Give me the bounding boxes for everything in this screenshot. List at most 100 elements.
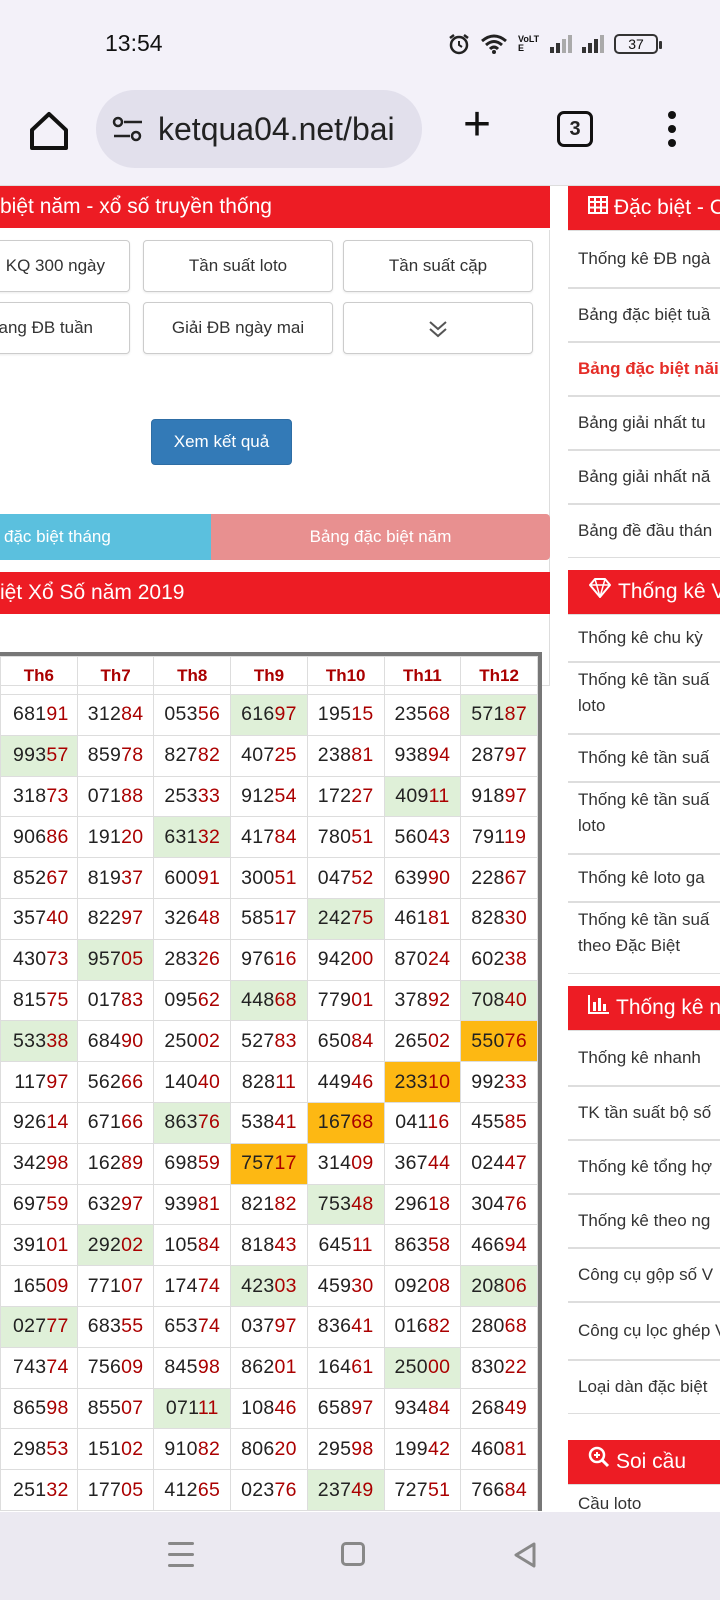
kq-300-button[interactable]: KQ 300 ngày bbox=[0, 240, 130, 292]
url-bar[interactable]: ketqua04.net/bai bbox=[96, 90, 422, 168]
result-cell: 81575 bbox=[0, 979, 78, 1022]
table-row: 92614 67166 86376 53841 16768 04116 45585 bbox=[0, 1101, 538, 1144]
number-tail: 44 bbox=[427, 1152, 451, 1175]
number-head: 024 bbox=[471, 1152, 505, 1175]
result-cell: 63297 bbox=[76, 1183, 155, 1226]
result-cell: 55076 bbox=[460, 1020, 538, 1063]
back-icon[interactable] bbox=[510, 1540, 540, 1570]
result-cell: 36744 bbox=[383, 1142, 462, 1185]
result-cell: 93484 bbox=[383, 1387, 462, 1430]
sidebar-link[interactable]: Thống kê tần suấ loto bbox=[568, 662, 720, 734]
giai-db-ngay-mai-button[interactable]: Giải ĐB ngày mai bbox=[143, 302, 333, 354]
sidebar-link[interactable]: Thống kê ĐB ngà bbox=[568, 230, 720, 288]
number-head: 819 bbox=[87, 866, 122, 889]
table-row: 34298 16289 69859 75717 31409 36744 02447 bbox=[0, 1142, 538, 1185]
number-head: 318 bbox=[12, 784, 47, 807]
sidebar-link[interactable]: Công cụ gộp số V bbox=[568, 1248, 720, 1302]
status-icons: VoLTE 37 bbox=[448, 33, 662, 55]
sidebar-link[interactable]: Thống kê tần suấ loto bbox=[568, 782, 720, 854]
number-head: 870 bbox=[394, 948, 428, 971]
number-head: 863 bbox=[394, 1233, 428, 1256]
result-cell: 44868 bbox=[230, 979, 308, 1022]
sidebar-link[interactable]: Bảng giải nhất nă bbox=[568, 450, 720, 504]
table-row: 99357 85978 82782 40725 23881 93894 28797 bbox=[0, 734, 538, 777]
tab-special-month[interactable]: đặc biệt tháng bbox=[0, 514, 211, 560]
sidebar-link[interactable]: Bảng đặc biệt tuầ bbox=[568, 288, 720, 342]
home-icon[interactable] bbox=[26, 108, 72, 154]
number-tail: 02 bbox=[121, 1437, 144, 1460]
number-head: 250 bbox=[164, 1029, 198, 1052]
number-head: 976 bbox=[241, 948, 275, 971]
number-tail: 52 bbox=[351, 866, 374, 889]
result-cell: 07188 bbox=[76, 775, 155, 818]
sidebar-link[interactable]: Bảng đề đầu thán bbox=[568, 504, 720, 558]
number-head: 287 bbox=[471, 744, 505, 767]
nav-home-icon[interactable] bbox=[341, 1542, 365, 1566]
number-head: 448 bbox=[241, 988, 275, 1011]
number-tail: 81 bbox=[197, 1192, 221, 1215]
sidebar-link[interactable]: Bảng giải nhất tu bbox=[568, 396, 720, 450]
site-settings-icon[interactable] bbox=[112, 114, 144, 144]
number-head: 616 bbox=[241, 703, 275, 726]
sidebar-link[interactable]: Công cụ lọc ghép VIP bbox=[568, 1302, 720, 1360]
view-results-button[interactable]: Xem kết quả bbox=[151, 419, 292, 465]
sidebar-link[interactable]: Cầu loto bbox=[568, 1484, 720, 1512]
new-tab-icon[interactable]: + bbox=[458, 101, 496, 149]
result-cell: 53338 bbox=[0, 1020, 78, 1063]
number-tail: 90 bbox=[121, 1029, 144, 1052]
result-cell: 34298 bbox=[0, 1142, 78, 1185]
result-cell: 42303 bbox=[230, 1265, 308, 1307]
tab-switcher-button[interactable]: 3 bbox=[557, 111, 593, 147]
number-head: 910 bbox=[164, 1437, 198, 1460]
number-head: 912 bbox=[241, 784, 275, 807]
number-head: 016 bbox=[394, 1315, 428, 1338]
tan-suat-cap-button[interactable]: Tần suất cặp bbox=[343, 240, 533, 292]
sidebar-link[interactable]: Thống kê theo ng bbox=[568, 1194, 720, 1248]
number-head: 164 bbox=[317, 1356, 352, 1379]
result-cell: 05356 bbox=[153, 694, 232, 736]
tab-special-year[interactable]: Bảng đặc biệt năm bbox=[211, 514, 550, 560]
bang-db-tuan-button[interactable]: ang ĐB tuần bbox=[0, 302, 130, 354]
number-head: 828 bbox=[471, 907, 505, 930]
result-cell: 99233 bbox=[460, 1061, 538, 1103]
number-head: 092 bbox=[394, 1274, 428, 1297]
sidebar-link[interactable]: Thống kê tần suấ bbox=[568, 734, 720, 782]
number-head: 117 bbox=[14, 1070, 47, 1093]
sidebar-link[interactable]: TK tần suất bộ số bbox=[568, 1086, 720, 1140]
expand-more-button[interactable] bbox=[343, 302, 533, 354]
sidebar-link[interactable]: Loại dàn đặc biệt bbox=[568, 1360, 720, 1414]
result-cell: 53841 bbox=[230, 1101, 308, 1144]
sidebar-link[interactable]: Thống kê tần suấ theo Đặc Biệt bbox=[568, 902, 720, 974]
number-head: 378 bbox=[394, 988, 428, 1011]
number-tail: 47 bbox=[504, 1152, 527, 1175]
result-cell: 40911 bbox=[383, 775, 462, 818]
number-tail: 22 bbox=[504, 1356, 527, 1379]
number-tail: 88 bbox=[121, 784, 144, 807]
number-tail: 76 bbox=[274, 1478, 297, 1501]
number-head: 023 bbox=[241, 1478, 275, 1501]
sidebar-link[interactable]: Thống kê chu kỳ bbox=[568, 614, 720, 662]
status-time: 13:54 bbox=[105, 30, 163, 56]
tan-suat-loto-button[interactable]: Tần suất loto bbox=[143, 240, 333, 292]
table-icon bbox=[588, 186, 608, 230]
sidebar-link[interactable]: Bảng đặc biệt năi bbox=[568, 342, 720, 396]
number-tail: 68 bbox=[351, 1111, 374, 1134]
recent-apps-icon[interactable] bbox=[168, 1542, 194, 1568]
sidebar-link[interactable]: Thống kê tổng hợ bbox=[568, 1140, 720, 1194]
sidebar-link[interactable]: Thống kê loto ga bbox=[568, 854, 720, 902]
result-cell: 23310 bbox=[383, 1061, 462, 1103]
number-tail: 06 bbox=[504, 1274, 527, 1297]
result-cell: 70840 bbox=[460, 979, 538, 1022]
result-cell: 87024 bbox=[383, 938, 462, 981]
number-head: 743 bbox=[12, 1356, 47, 1379]
result-cell: 57187 bbox=[460, 694, 538, 736]
more-menu-icon[interactable] bbox=[662, 108, 682, 150]
sidebar-link[interactable]: Thống kê nhanh bbox=[568, 1030, 720, 1086]
number-head: 645 bbox=[318, 1233, 352, 1256]
result-cell: 37892 bbox=[383, 979, 462, 1022]
number-tail: 91 bbox=[46, 703, 69, 726]
number-tail: 53 bbox=[46, 1437, 69, 1460]
number-tail: 37 bbox=[121, 866, 144, 889]
number-tail: 98 bbox=[197, 1356, 221, 1379]
number-tail: 17 bbox=[274, 1152, 297, 1175]
